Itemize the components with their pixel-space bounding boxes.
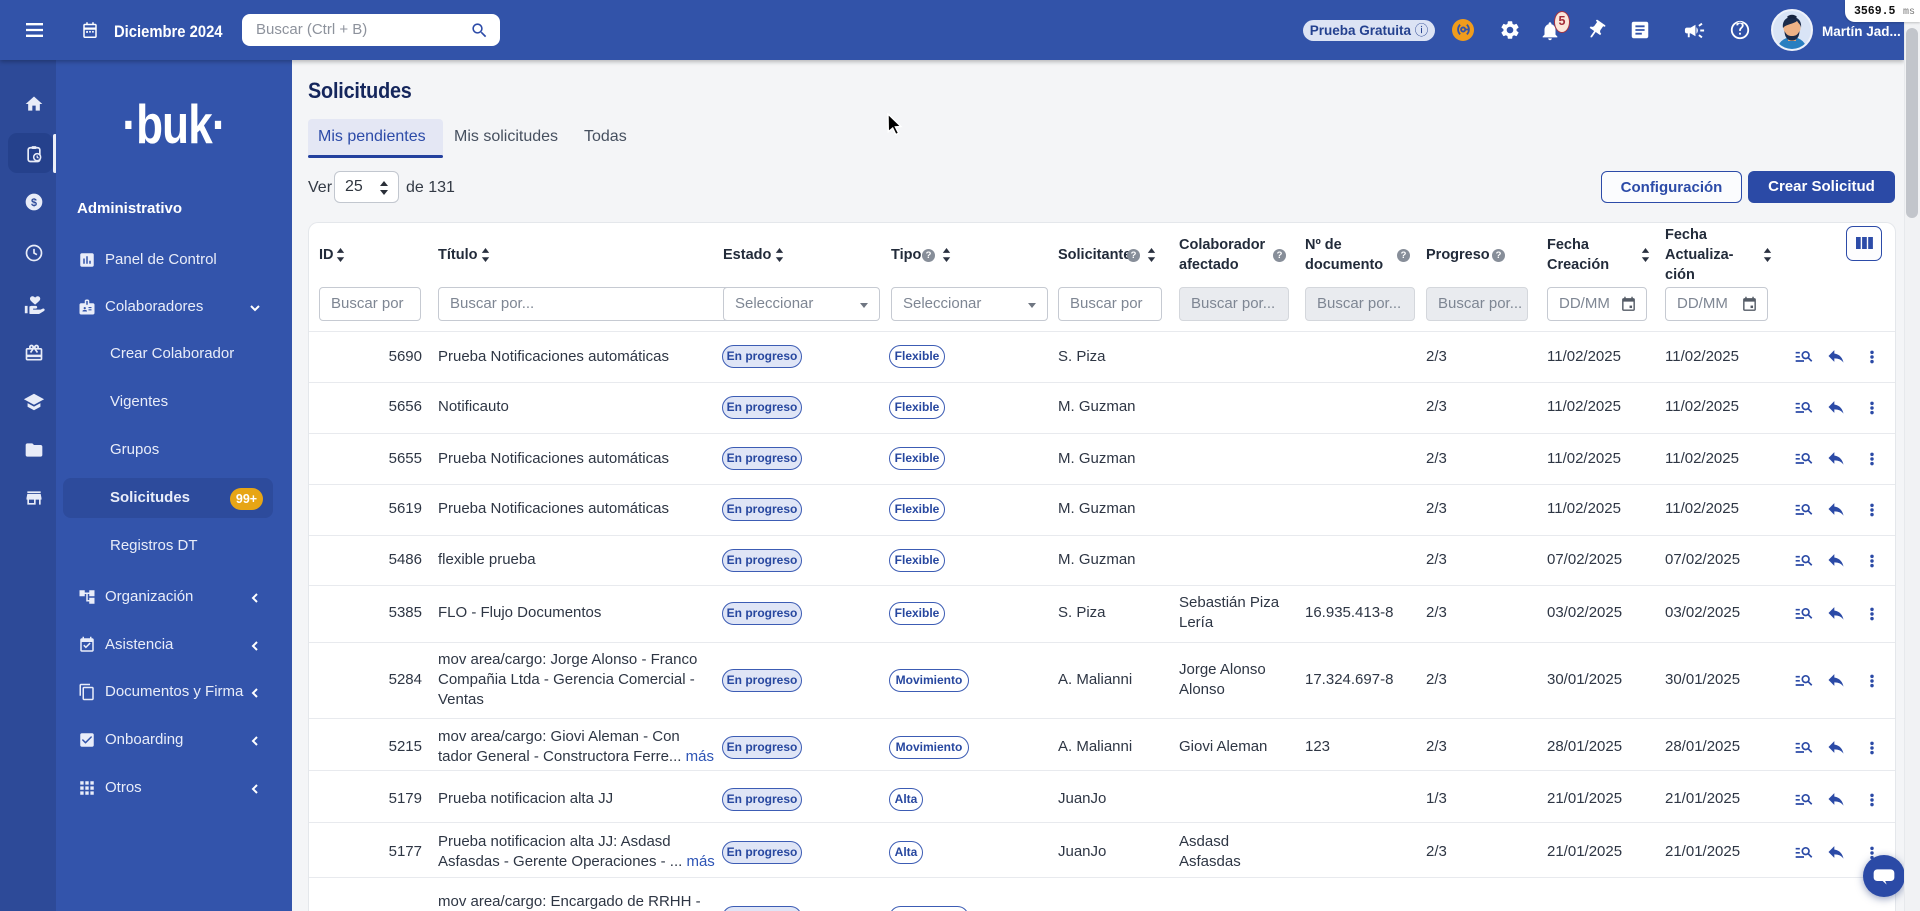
svg-text:$: $ xyxy=(31,197,37,209)
